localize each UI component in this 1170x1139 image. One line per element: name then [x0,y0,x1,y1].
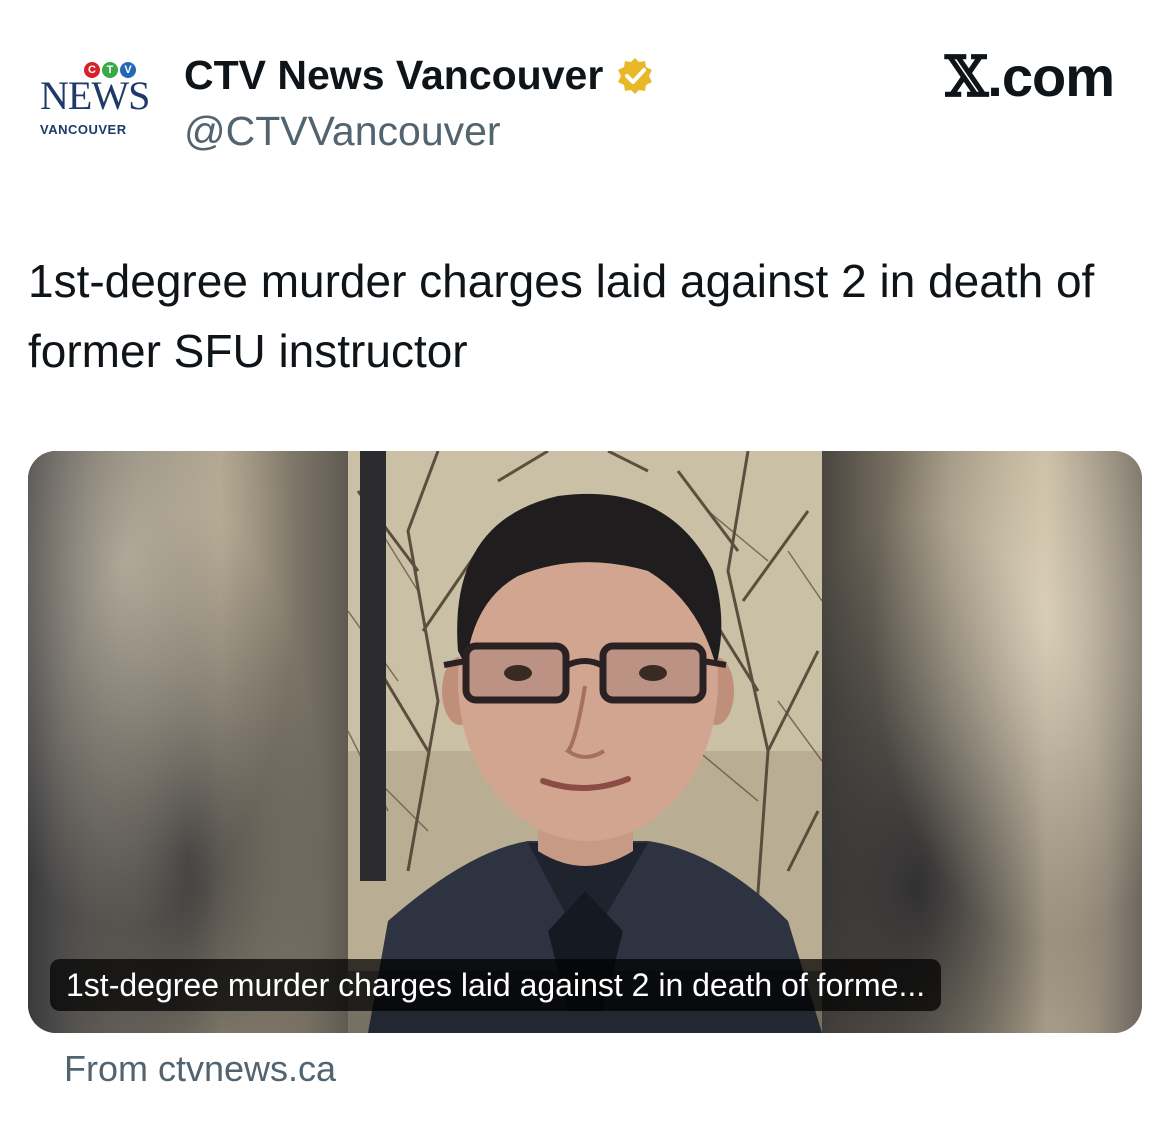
avatar[interactable]: C T V NEWS VANCOUVER [36,62,152,142]
blurred-background-right [822,451,1142,1033]
portrait-illustration [348,451,822,1033]
platform-suffix: .com [987,45,1115,108]
avatar-news-text: NEWS [40,73,150,118]
x-logo-icon: 𝕏 [944,44,988,110]
blurred-background-left [28,451,348,1033]
link-card[interactable]: 1st-degree murder charges laid against 2… [28,451,1142,1033]
tweet-screenshot: C T V NEWS VANCOUVER CTV News Vancouver … [0,0,1170,1139]
platform-label: 𝕏.com [944,44,1115,110]
avatar-sub-text: VANCOUVER [40,122,127,137]
card-source[interactable]: From ctvnews.ca [64,1048,336,1090]
verified-badge-icon [618,57,653,94]
account-name-row[interactable]: CTV News Vancouver [184,52,655,99]
account-name[interactable]: CTV News Vancouver [184,52,603,99]
account-handle[interactable]: @CTVVancouver [184,108,501,155]
card-image[interactable] [348,451,822,1033]
card-caption[interactable]: 1st-degree murder charges laid against 2… [50,959,942,1011]
tweet-text: 1st-degree murder charges laid against 2… [28,255,1095,377]
